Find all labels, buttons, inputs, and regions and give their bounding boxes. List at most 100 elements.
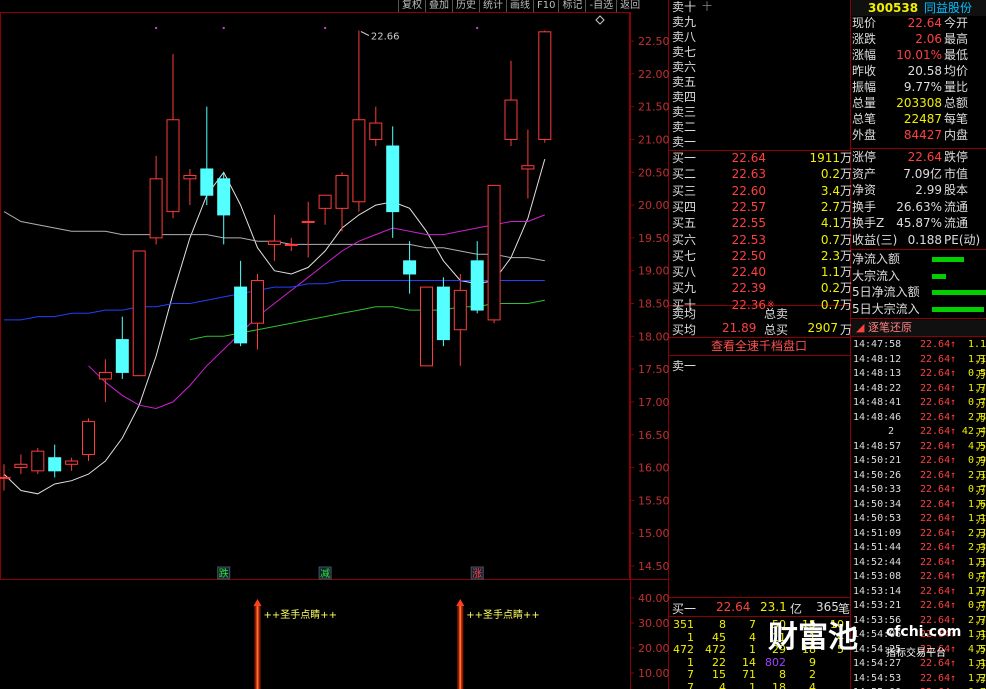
candle[interactable] bbox=[538, 30, 552, 143]
candle[interactable] bbox=[521, 129, 535, 199]
toolbar-item[interactable]: 返回 bbox=[616, 0, 643, 12]
candle[interactable] bbox=[14, 454, 28, 475]
candle[interactable] bbox=[267, 214, 281, 261]
ask-label: 卖十 bbox=[672, 0, 697, 14]
candle-body bbox=[436, 286, 450, 341]
candle[interactable] bbox=[166, 54, 180, 219]
max-label: 22.66 bbox=[371, 32, 400, 43]
candle[interactable] bbox=[98, 359, 112, 402]
watermark-url: cfchi.com bbox=[886, 624, 962, 640]
candle[interactable] bbox=[115, 316, 129, 379]
ask-label: 卖二 bbox=[672, 120, 697, 134]
candle[interactable] bbox=[251, 273, 264, 350]
candle[interactable] bbox=[0, 464, 11, 491]
candle-body bbox=[504, 99, 518, 140]
candle-body bbox=[301, 220, 315, 223]
candle[interactable] bbox=[352, 30, 366, 212]
quote-value: 2.99 bbox=[915, 183, 942, 197]
flow-row: 5日净流入额 bbox=[852, 284, 986, 300]
quote-row: 涨跌 2.06 最高 bbox=[852, 32, 986, 47]
bid-row[interactable]: 买二 22.63 0.2 万 bbox=[668, 167, 853, 182]
ask-row[interactable]: 卖一 bbox=[668, 135, 850, 150]
ind-tick-label: 30.00 bbox=[638, 617, 670, 630]
candle-body bbox=[82, 421, 95, 455]
bid-row[interactable]: 买四 22.57 2.7 万 bbox=[668, 200, 852, 215]
toolbar-item[interactable]: 统计 bbox=[479, 0, 506, 12]
candle[interactable] bbox=[200, 106, 214, 206]
bid-row[interactable]: 买六 22.53 0.7 万 bbox=[668, 233, 852, 248]
candle[interactable] bbox=[318, 194, 332, 225]
buy-one-count: 365 bbox=[816, 600, 839, 614]
candle[interactable] bbox=[31, 447, 45, 475]
candle[interactable] bbox=[149, 155, 163, 245]
candle[interactable] bbox=[82, 418, 95, 461]
candle[interactable] bbox=[48, 444, 62, 478]
ask-label: 卖八 bbox=[672, 30, 697, 44]
candle[interactable] bbox=[335, 172, 349, 232]
candle[interactable] bbox=[420, 286, 433, 367]
candle[interactable] bbox=[403, 241, 417, 294]
collapse-icon[interactable]: ◢ bbox=[856, 320, 864, 336]
candle[interactable] bbox=[386, 126, 400, 238]
quote-label: 涨停 bbox=[852, 150, 877, 164]
candle[interactable] bbox=[504, 60, 518, 146]
ask-row[interactable]: 卖六 bbox=[668, 60, 850, 75]
candle[interactable] bbox=[369, 106, 383, 146]
quote-right-label: 总额 bbox=[944, 96, 969, 110]
bid-row[interactable]: 买三 22.60 3.4 万 bbox=[668, 184, 852, 199]
toolbar-item[interactable]: 复权 bbox=[398, 0, 425, 12]
bid-row[interactable]: 买八 22.40 1.1 万 bbox=[668, 265, 852, 280]
bid-row[interactable]: 买五 22.55 4.1 万 bbox=[668, 216, 852, 231]
view-full-depth-button[interactable]: 查看全速千档盘口 bbox=[668, 338, 850, 355]
candle[interactable] bbox=[470, 241, 484, 314]
ask-row[interactable]: 卖九 bbox=[668, 15, 850, 30]
ask-row[interactable]: 卖十十 bbox=[668, 0, 850, 15]
candle-body bbox=[318, 194, 332, 209]
toolbar-item[interactable]: 标记 bbox=[558, 0, 585, 12]
bid-volume: 1911 bbox=[809, 151, 840, 165]
bid-price: 22.63 bbox=[731, 167, 766, 182]
candle-body bbox=[234, 286, 248, 344]
candle[interactable] bbox=[132, 250, 146, 377]
toolbar-item[interactable]: F10 bbox=[533, 0, 558, 12]
candle[interactable] bbox=[453, 273, 467, 366]
sell-avg-label: 卖均 bbox=[672, 307, 697, 321]
quote-label: 涨幅 bbox=[852, 48, 877, 62]
candle-body bbox=[487, 184, 501, 321]
candle[interactable] bbox=[284, 237, 298, 251]
buy-one-label: 买一 bbox=[672, 602, 697, 616]
candle[interactable] bbox=[65, 457, 79, 471]
candle[interactable] bbox=[217, 172, 231, 245]
ask-row[interactable]: 卖二 bbox=[668, 120, 850, 135]
tick-list-header[interactable]: ◢ 逐笔还原 bbox=[852, 320, 986, 336]
ask-label: 卖四 bbox=[672, 90, 697, 104]
toolbar-item[interactable]: 叠加 bbox=[425, 0, 452, 12]
candle-body bbox=[183, 175, 197, 180]
toolbar-item[interactable]: -自选 bbox=[585, 0, 616, 12]
candle[interactable] bbox=[234, 260, 248, 347]
ask-label: 卖一 bbox=[672, 135, 697, 149]
bid-unit: 万 bbox=[840, 167, 853, 182]
bid-row[interactable]: 买七 22.50 2.3 万 bbox=[668, 249, 852, 264]
quote-row: 涨幅 10.01% 最低 bbox=[852, 48, 986, 63]
toolbar-item[interactable]: 历史 bbox=[452, 0, 479, 12]
toolbar-item[interactable]: 画线 bbox=[506, 0, 533, 12]
candle[interactable] bbox=[183, 168, 197, 206]
ask-row[interactable]: 卖三 bbox=[668, 105, 850, 120]
candle-body bbox=[31, 450, 45, 472]
candle-body bbox=[217, 178, 231, 216]
candle-body bbox=[132, 250, 146, 377]
candle[interactable] bbox=[487, 184, 501, 324]
bid-row[interactable]: 买九 22.39 0.2 万 bbox=[668, 281, 852, 296]
candle[interactable] bbox=[301, 201, 315, 258]
candle-body bbox=[335, 175, 349, 209]
ask-row[interactable]: 卖四 bbox=[668, 90, 850, 105]
candle[interactable] bbox=[436, 277, 450, 347]
diamond-icon[interactable] bbox=[595, 15, 605, 25]
ask-row[interactable]: 卖八 bbox=[668, 30, 850, 45]
total-buy-value: 2907 bbox=[807, 321, 838, 335]
ask-row[interactable]: 卖七 bbox=[668, 45, 850, 60]
bid-row[interactable]: 买一 22.64 1911 万 bbox=[668, 151, 852, 166]
ask-row[interactable]: 卖五 bbox=[668, 75, 850, 90]
flow-label: 5日净流入额 bbox=[852, 285, 920, 299]
